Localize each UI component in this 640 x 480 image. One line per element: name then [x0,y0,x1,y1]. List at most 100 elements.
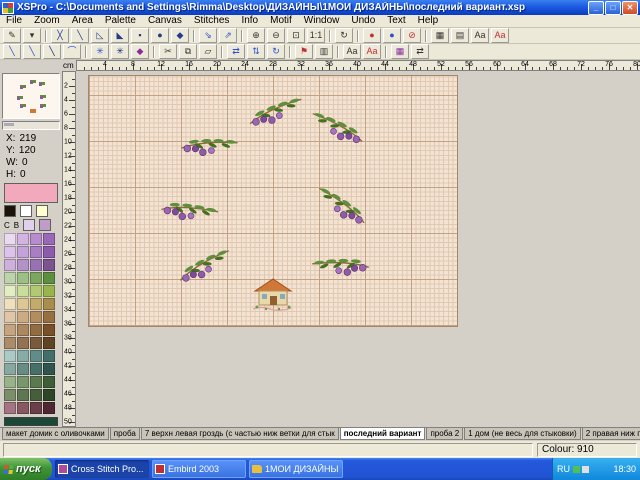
palette-swatch[interactable] [43,298,55,310]
palette-editor-button[interactable]: ▦ [391,44,409,59]
palette-swatch[interactable] [43,324,55,336]
tray-icon[interactable] [582,466,589,473]
taskbar-task-button[interactable]: 1МОИ ДИЗАЙНЫ [249,460,343,478]
palette-swatch[interactable] [17,350,29,362]
copy-tool[interactable]: ⧉ [179,44,197,59]
palette-swatch[interactable] [4,376,16,388]
palette-swatch[interactable] [43,350,55,362]
move-tool[interactable]: ⇗ [219,28,237,43]
palette-swatch[interactable] [4,402,16,414]
selected-color-swatch[interactable] [4,183,58,203]
palette-swatch[interactable] [17,285,29,297]
quarter-stitch-tool[interactable]: ◺ [91,28,109,43]
start-button[interactable]: пуск [0,458,52,480]
palette-swatch[interactable] [43,246,55,258]
taskbar-clock[interactable]: 18:30 [613,464,636,474]
design-tab[interactable]: проба [110,428,140,440]
slider-thumb[interactable] [4,123,14,126]
palette-swatch[interactable] [43,272,55,284]
palette-swatch[interactable] [30,363,42,375]
palette-swatch[interactable] [17,246,29,258]
palette-swatch[interactable] [30,337,42,349]
menu-info[interactable]: Info [235,15,264,27]
knot-small-tool[interactable]: ✳ [91,44,109,59]
palette-swatch[interactable] [30,324,42,336]
palette-swatch[interactable] [17,311,29,323]
palette-swatch[interactable] [43,311,55,323]
chart-symbols-toggle[interactable]: ▥ [315,44,333,59]
menu-undo[interactable]: Undo [345,15,381,27]
three-quarter-stitch-tool[interactable]: ◣ [111,28,129,43]
flag-marker-tool[interactable]: ⚑ [295,44,313,59]
palette-swatch[interactable] [30,350,42,362]
swap-colors-button[interactable]: ⇄ [411,44,429,59]
close-button[interactable]: ✕ [622,1,638,15]
palette-swatch[interactable] [39,219,51,231]
palette-swatch[interactable] [4,363,16,375]
design-tab[interactable]: макет домик с оливочками [2,428,109,440]
font-small-button[interactable]: Aa [471,28,489,43]
menu-zoom[interactable]: Zoom [28,15,66,27]
zoom-area-tool[interactable]: ⊡ [287,28,305,43]
paste-tool[interactable]: ▱ [199,44,217,59]
stitch-grid-canvas[interactable] [88,75,458,327]
palette-swatch[interactable] [4,389,16,401]
pencil-tool[interactable]: ✎ [3,28,21,43]
petite-stitch-tool[interactable]: ▪ [131,28,149,43]
zoom-in-tool[interactable]: ⊕ [247,28,265,43]
mirror-horizontal-tool[interactable]: ⇄ [227,44,245,59]
palette-swatch[interactable] [17,337,29,349]
palette-swatch[interactable] [4,246,16,258]
palette-swatch[interactable] [17,259,29,271]
menu-file[interactable]: File [0,15,28,27]
taskbar-task-button[interactable]: Embird 2003 [152,460,246,478]
palette-swatch[interactable] [30,389,42,401]
preview-zoom-slider[interactable] [2,121,60,130]
menu-window[interactable]: Window [298,15,346,27]
palette-swatch[interactable] [43,259,55,271]
palette-swatch[interactable] [30,246,42,258]
text-tool[interactable]: Aa [343,44,361,59]
palette-swatch[interactable] [17,363,29,375]
palette-swatch[interactable] [4,233,16,245]
french-knot-tool[interactable]: ● [151,28,169,43]
select-arrow-tool[interactable]: ⇘ [199,28,217,43]
menu-area[interactable]: Area [66,15,99,27]
palette-swatch[interactable] [30,376,42,388]
backstitch-medium-tool[interactable]: ╲ [23,44,41,59]
menu-stitches[interactable]: Stitches [188,15,236,27]
palette-swatch[interactable] [4,298,16,310]
palette-swatch[interactable] [43,402,55,414]
palette-swatch[interactable] [43,233,55,245]
design-tab[interactable]: 1 дом (не весь для стыковки) [464,428,581,440]
design-tab[interactable]: проба 2 [426,428,463,440]
grid-toggle[interactable]: ▦ [431,28,449,43]
palette-swatch[interactable] [30,272,42,284]
backstitch-thin-tool[interactable]: ╲ [3,44,21,59]
maximize-button[interactable]: □ [605,1,621,15]
design-preview-thumbnail[interactable] [2,73,60,119]
zoom-actual-tool[interactable]: 1:1 [307,28,325,43]
refresh-tool[interactable]: ↻ [335,28,353,43]
menu-motif[interactable]: Motif [264,15,298,27]
palette-swatch[interactable] [43,389,55,401]
knot-large-tool[interactable]: ✳ [111,44,129,59]
taskbar-task-button[interactable]: Cross Stitch Pro... [55,460,149,478]
palette-swatch[interactable] [30,298,42,310]
palette-swatch[interactable] [4,324,16,336]
minimize-button[interactable]: _ [588,1,604,15]
palette-swatch[interactable] [17,324,29,336]
text-color-tool[interactable]: Aa [363,44,381,59]
font-large-button[interactable]: Aa [491,28,509,43]
cut-tool[interactable]: ✂ [159,44,177,59]
palette-swatch[interactable] [17,272,29,284]
palette-swatch[interactable] [4,337,16,349]
palette-swatch[interactable] [4,259,16,271]
palette-swatch[interactable] [36,205,48,217]
menu-help[interactable]: Help [412,15,445,27]
design-tab[interactable]: 2 правая ниж гр... [582,428,640,440]
title-bar[interactable]: XSPro - C:\Documents and Settings\Rimma\… [0,0,640,15]
language-indicator[interactable]: RU [557,464,570,474]
palette-swatch[interactable] [30,285,42,297]
palette-swatch[interactable] [4,285,16,297]
